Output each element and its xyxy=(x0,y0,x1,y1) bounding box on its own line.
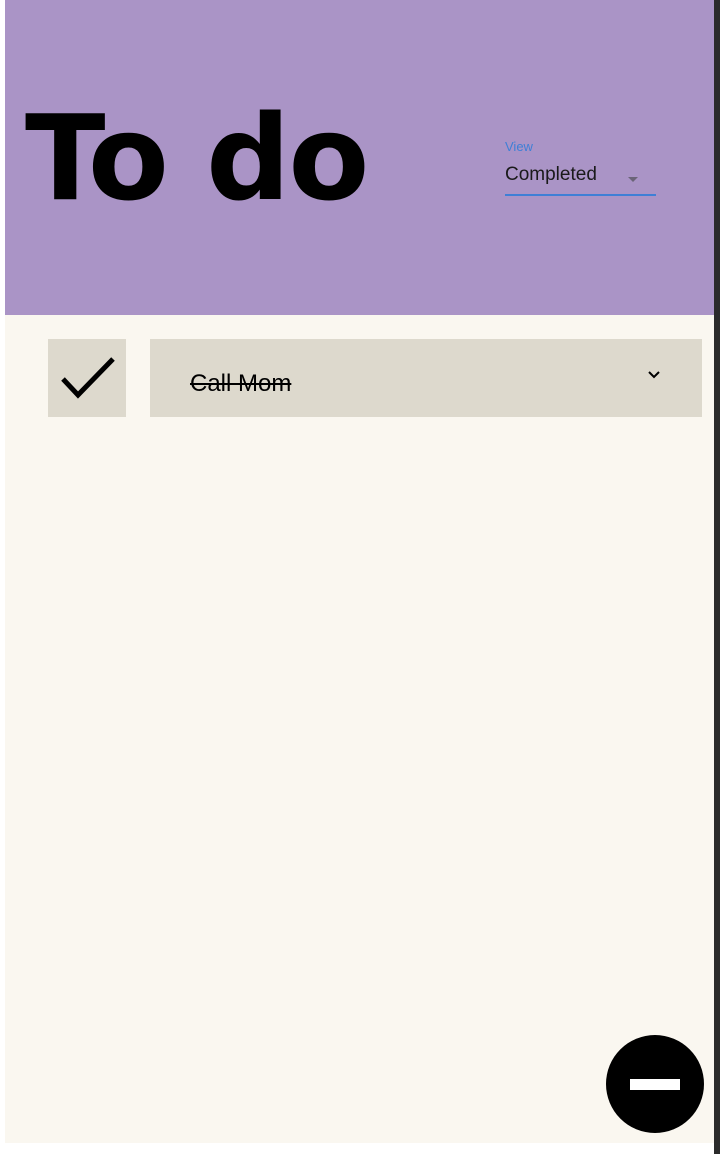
view-select-value[interactable]: Completed xyxy=(505,163,597,187)
view-select-underline xyxy=(505,194,656,196)
chevron-down-icon[interactable] xyxy=(647,370,661,380)
minus-icon xyxy=(630,1079,680,1090)
window-edge xyxy=(714,0,720,1154)
todo-card[interactable]: Call Mom xyxy=(150,339,702,417)
todo-complete-checkbox[interactable] xyxy=(48,339,126,417)
view-select-label: View xyxy=(505,139,533,154)
checkmark-icon xyxy=(61,357,115,399)
caret-down-icon[interactable] xyxy=(628,177,638,182)
todo-app: To do View Completed Call Mom xyxy=(5,0,714,1143)
header: To do View Completed xyxy=(5,0,714,315)
todo-text: Call Mom xyxy=(190,370,292,397)
todo-item: Call Mom xyxy=(48,339,702,418)
page-title: To do xyxy=(25,89,370,227)
remove-completed-button[interactable] xyxy=(606,1035,704,1133)
view-select[interactable]: View Completed xyxy=(505,138,656,198)
